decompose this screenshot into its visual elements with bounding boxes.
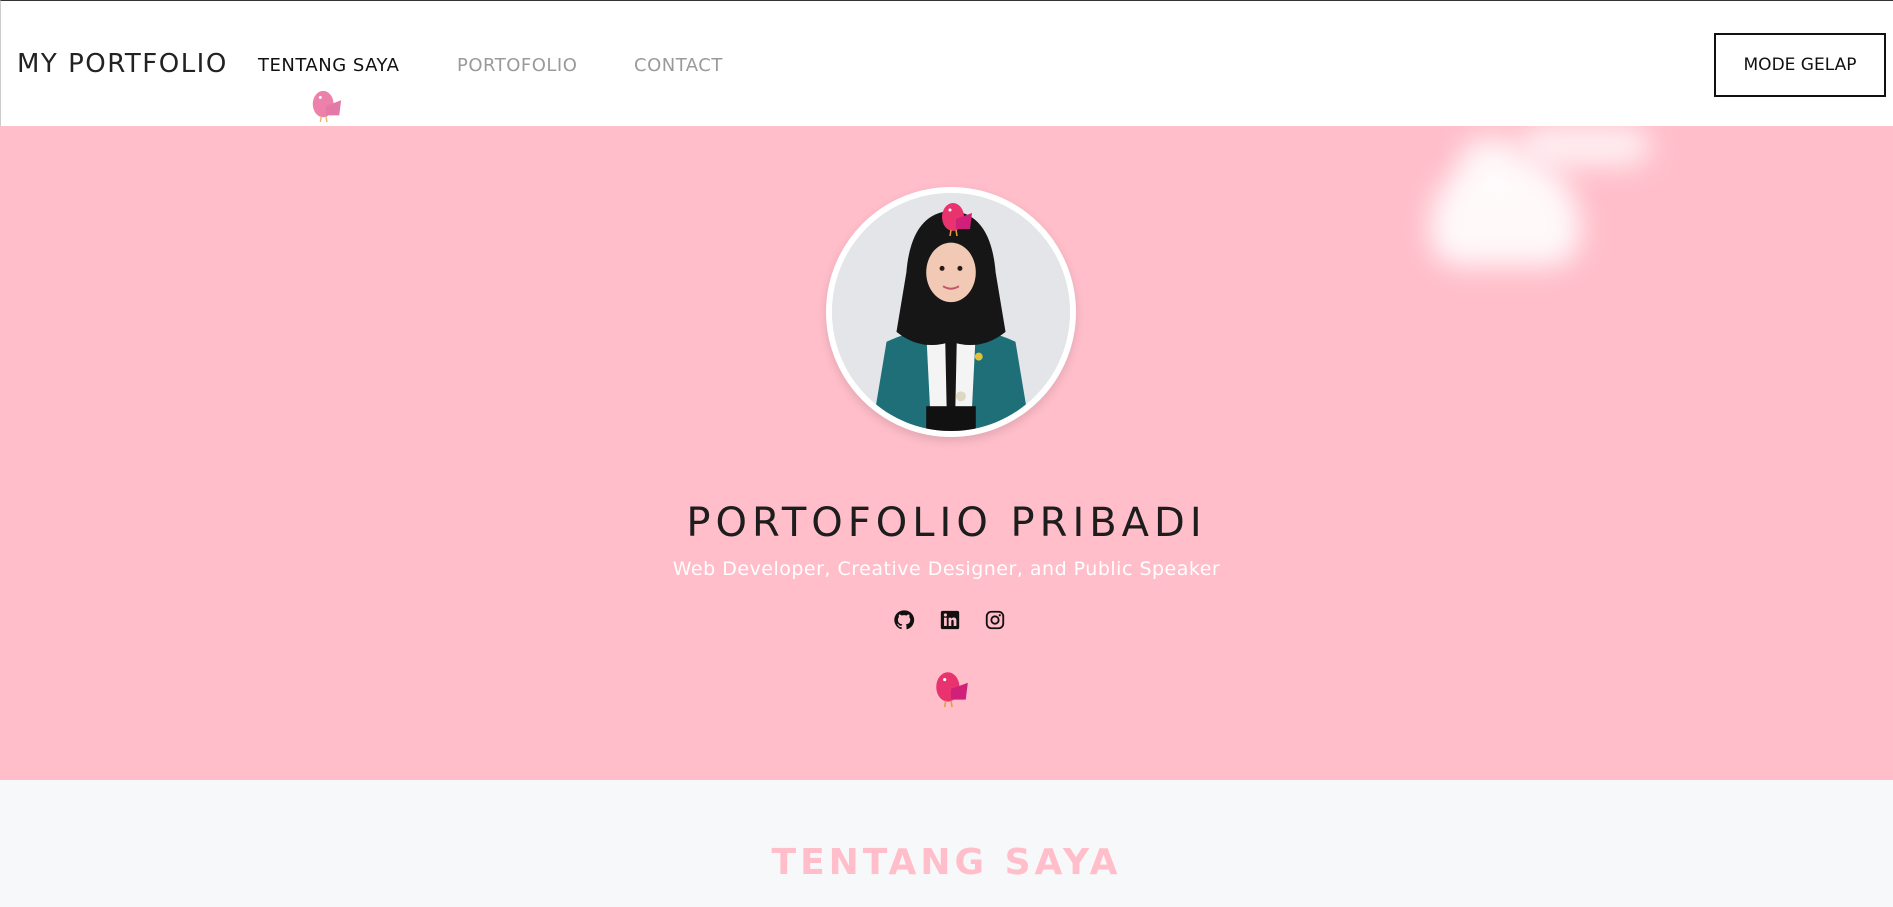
cloud-decoration xyxy=(1520,126,1650,166)
bird-icon xyxy=(312,90,342,123)
nav-link-tentang-saya[interactable]: TENTANG SAYA xyxy=(258,55,399,76)
instagram-icon[interactable] xyxy=(984,609,1006,631)
nav-link-contact[interactable]: CONTACT xyxy=(634,55,723,76)
bird-icon xyxy=(936,672,968,708)
navbar: MY PORTFOLIO TENTANG SAYA PORTOFOLIO CON… xyxy=(0,0,1893,126)
hero-subtitle: Web Developer, Creative Designer, and Pu… xyxy=(672,558,1221,580)
about-section: TENTANG SAYA xyxy=(0,780,1893,907)
linkedin-icon[interactable] xyxy=(939,609,961,631)
about-title: TENTANG SAYA xyxy=(771,842,1122,883)
nav-link-portofolio[interactable]: PORTOFOLIO xyxy=(457,55,577,76)
brand-logo[interactable]: MY PORTFOLIO xyxy=(17,49,228,79)
github-icon[interactable] xyxy=(893,609,915,631)
hero-title: PORTOFOLIO PRIBADI xyxy=(686,500,1207,546)
dark-mode-button[interactable]: MODE GELAP xyxy=(1714,33,1886,97)
cloud-decoration xyxy=(1460,136,1520,186)
hero-section: PORTOFOLIO PRIBADI Web Developer, Creati… xyxy=(0,126,1893,780)
bird-icon xyxy=(942,203,972,237)
